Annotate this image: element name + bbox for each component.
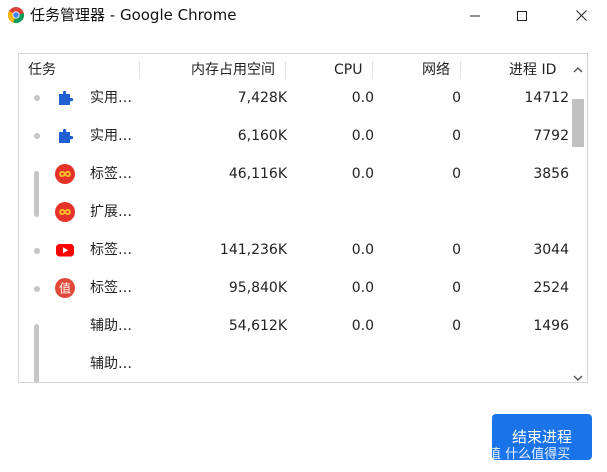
zhi-red-icon: 值 <box>55 278 75 298</box>
memory-value: 7,428K <box>237 90 287 106</box>
vertical-scrollbar[interactable] <box>569 54 587 382</box>
task-name: 辅助… <box>90 356 132 372</box>
cpu-value <box>309 352 374 382</box>
table-row[interactable]: 实用… 7,428K 0.0 0 14712 <box>19 86 569 124</box>
table-row[interactable]: 辅助… <box>19 352 569 382</box>
task-name: 辅助… <box>90 318 132 334</box>
svg-text:值: 值 <box>59 281 71 296</box>
cpu-value: 0.0 <box>351 318 374 334</box>
network-value: 0 <box>452 318 461 334</box>
table-header: 任务 内存占用空间 CPU 网络 进程 ID <box>19 54 569 86</box>
memory-value: 95,840K <box>228 280 287 296</box>
task-table: 任务 内存占用空间 CPU 网络 进程 ID 实用… 7,428K 0.0 0 … <box>18 53 588 383</box>
window-title: 任务管理器 - Google Chrome <box>30 6 237 24</box>
table-row[interactable]: 辅助… 54,612K 0.0 0 1496 <box>19 314 569 352</box>
puzzle-extension-icon <box>55 126 75 146</box>
table-row[interactable]: 实用… 6,160K 0.0 0 7792 <box>19 124 569 162</box>
minimize-button[interactable] <box>452 0 498 31</box>
pid-value: 14712 <box>524 90 569 106</box>
task-manager-window: 任务管理器 - Google Chrome 任务 内存占用空间 CPU 网络 进… <box>0 0 607 472</box>
task-name: 标签… <box>90 280 132 296</box>
task-name: 实用… <box>90 90 132 106</box>
table-row[interactable]: 标签… 46,116K 0.0 0 3856 <box>19 162 569 200</box>
youtube-icon <box>55 240 75 260</box>
memory-value: 141,236K <box>219 242 287 258</box>
cpu-value: 0.0 <box>351 166 374 182</box>
infinity-red-icon <box>55 164 75 184</box>
column-divider[interactable] <box>372 61 373 79</box>
cpu-value: 0.0 <box>351 280 374 296</box>
chevron-up-icon <box>573 58 583 77</box>
task-name: 标签… <box>90 242 132 258</box>
network-value: 0 <box>452 242 461 258</box>
maximize-button[interactable] <box>499 0 545 31</box>
scrollbar-thumb[interactable] <box>572 99 584 147</box>
pid-value: 3044 <box>533 242 569 258</box>
column-header-cpu[interactable]: CPU <box>334 54 362 86</box>
pid-value <box>489 352 569 382</box>
table-row[interactable]: 扩展… <box>19 200 569 238</box>
cpu-value: 0.0 <box>351 128 374 144</box>
close-button[interactable] <box>558 0 604 31</box>
cpu-value: 0.0 <box>351 242 374 258</box>
scroll-up-button[interactable] <box>569 59 587 75</box>
network-value <box>409 200 461 238</box>
network-value <box>409 352 461 382</box>
network-value: 0 <box>452 280 461 296</box>
column-header-pid[interactable]: 进程 ID <box>509 54 556 86</box>
minimize-icon <box>470 11 480 21</box>
maximize-icon <box>517 10 527 21</box>
memory-value <box>179 352 287 382</box>
column-divider[interactable] <box>285 61 286 79</box>
pid-value: 3856 <box>533 166 569 182</box>
pid-value: 1496 <box>533 318 569 334</box>
pid-value: 7792 <box>533 128 569 144</box>
table-row[interactable]: 标签… 141,236K 0.0 0 3044 <box>19 238 569 276</box>
network-value: 0 <box>452 128 461 144</box>
title-bar: 任务管理器 - Google Chrome <box>0 0 607 31</box>
network-value: 0 <box>452 166 461 182</box>
column-header-task[interactable]: 任务 <box>28 54 56 86</box>
pid-value <box>489 200 569 238</box>
chevron-down-icon <box>573 366 583 383</box>
cpu-value: 0.0 <box>351 90 374 106</box>
end-process-button[interactable]: 结束进程 <box>492 414 592 460</box>
cpu-value <box>309 200 374 238</box>
task-name: 实用… <box>90 128 132 144</box>
pid-value: 2524 <box>533 280 569 296</box>
column-divider[interactable] <box>139 61 140 79</box>
infinity-red-icon <box>55 202 75 222</box>
network-value: 0 <box>452 90 461 106</box>
puzzle-extension-icon <box>55 88 75 108</box>
table-body: 实用… 7,428K 0.0 0 14712 实用… 6,160K 0.0 0 … <box>19 86 569 382</box>
scroll-down-button[interactable] <box>569 366 587 383</box>
column-divider[interactable] <box>460 61 461 79</box>
close-icon <box>575 10 587 21</box>
memory-value <box>179 200 287 238</box>
memory-value: 46,116K <box>228 166 287 182</box>
column-header-network[interactable]: 网络 <box>422 54 450 86</box>
memory-value: 6,160K <box>237 128 287 144</box>
task-name: 标签… <box>90 166 132 182</box>
table-row[interactable]: 值 标签… 95,840K 0.0 0 2524 <box>19 276 569 314</box>
column-header-memory[interactable]: 内存占用空间 <box>191 54 275 86</box>
task-name: 扩展… <box>90 204 132 220</box>
memory-value: 54,612K <box>228 318 287 334</box>
chrome-icon <box>7 7 25 24</box>
